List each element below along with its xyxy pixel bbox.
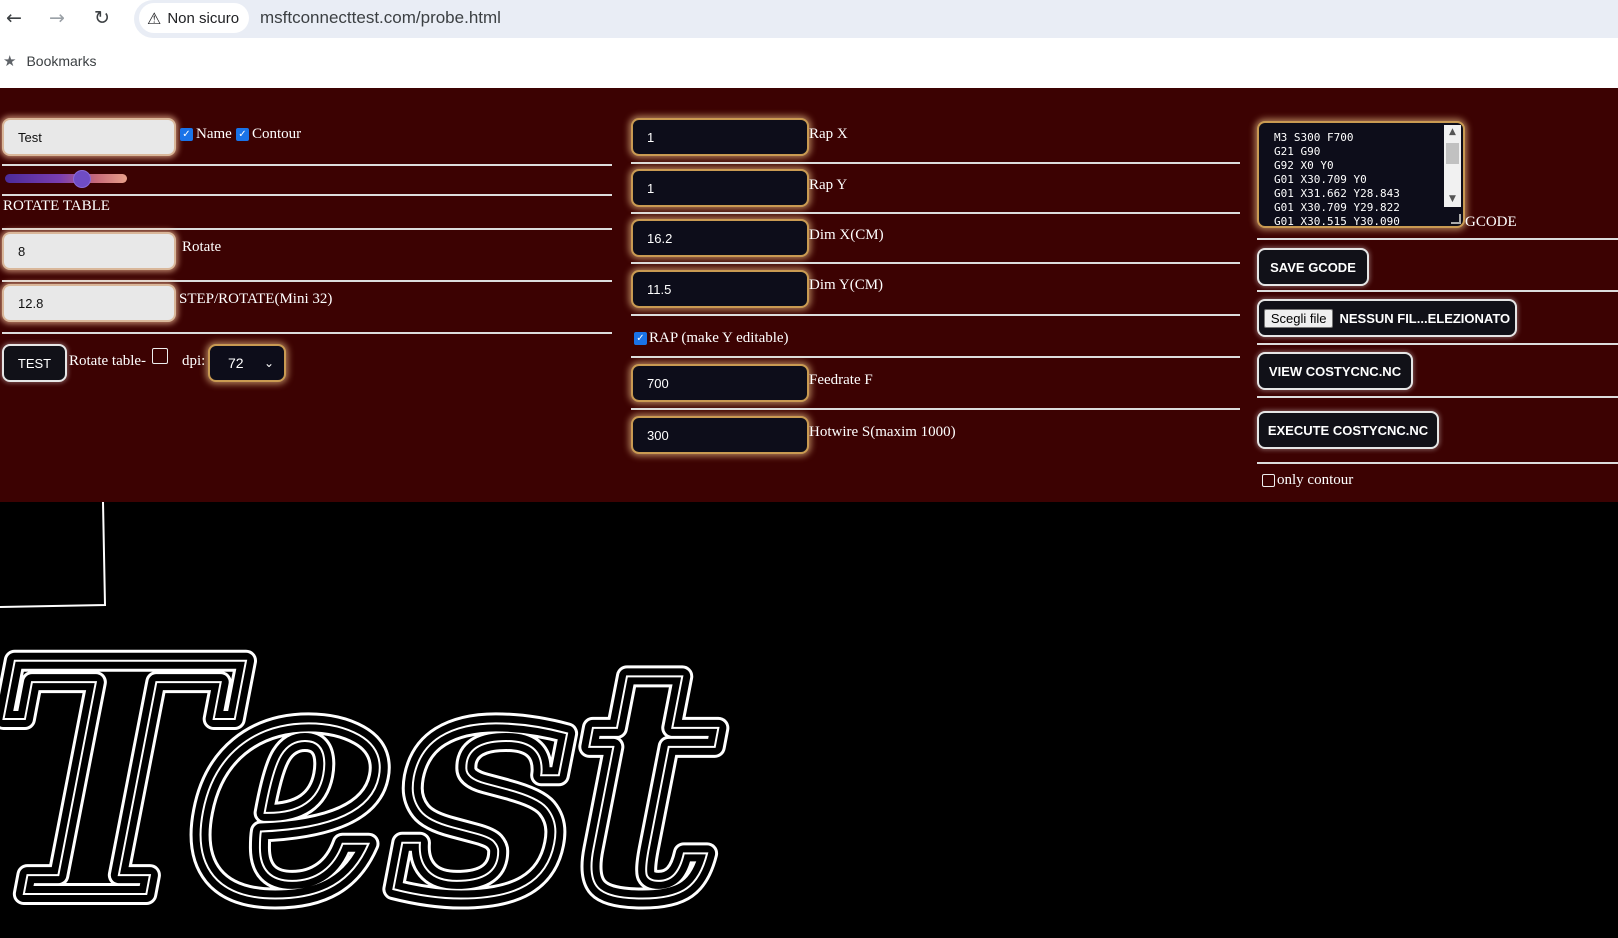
rap-x-label: Rap X <box>809 126 848 142</box>
dim-y-label: Dim Y(CM) <box>809 277 884 293</box>
rotate-table-checkbox-label: Rotate table- <box>69 353 147 369</box>
checkmark-icon: ✓ <box>182 129 191 140</box>
slider-track[interactable] <box>5 170 127 188</box>
dim-y-input[interactable] <box>631 270 809 308</box>
bookmarks-folder[interactable]: ★ Bookmarks <box>3 52 96 70</box>
dpi-select[interactable]: 72 ⌄ <box>208 344 286 382</box>
divider <box>631 262 1240 264</box>
hotwire-input[interactable] <box>631 416 809 454</box>
bookmarks-label: Bookmarks <box>26 53 97 69</box>
gcode-scrollbar[interactable]: ▲ ▼ <box>1444 125 1461 207</box>
name-text-input[interactable] <box>2 118 176 156</box>
rotate-label: Rotate <box>182 239 222 255</box>
scroll-thumb[interactable] <box>1446 143 1459 164</box>
rotate-table-heading: ROTATE TABLE <box>3 198 110 214</box>
dim-x-label: Dim X(CM) <box>809 227 884 243</box>
forward-arrow-icon[interactable]: → <box>43 4 71 32</box>
security-chip[interactable]: ⚠ Non sicuro <box>139 3 250 33</box>
checkmark-icon: ✓ <box>238 129 247 140</box>
rap-x-input[interactable] <box>631 118 809 156</box>
divider <box>1257 343 1618 345</box>
divider <box>1257 290 1618 292</box>
file-chooser[interactable]: Scegli file NESSUN FIL...ELEZIONATO <box>1257 299 1517 337</box>
step-rotate-input[interactable] <box>2 284 176 322</box>
dpi-label: dpi: <box>182 353 206 369</box>
rotate-table-checkbox[interactable] <box>152 348 168 364</box>
resize-handle-icon[interactable] <box>1451 214 1461 224</box>
divider <box>2 332 612 334</box>
rap-y-input[interactable] <box>631 169 809 207</box>
control-panel: ✓ Name ✓ Contour ROTATE TABLE Rotate STE… <box>0 88 1618 502</box>
contour-checkbox-label: Contour <box>252 126 302 142</box>
rotate-input[interactable] <box>2 232 176 270</box>
star-icon: ★ <box>3 52 17 70</box>
rap-y-label: Rap Y <box>809 177 848 193</box>
divider <box>631 408 1240 410</box>
feedrate-input[interactable] <box>631 364 809 402</box>
warning-triangle-icon: ⚠ <box>147 8 162 28</box>
divider <box>1257 396 1618 398</box>
chevron-down-icon: ⌄ <box>263 356 274 370</box>
divider <box>631 162 1240 164</box>
slider-thumb[interactable] <box>72 170 91 188</box>
url-text[interactable]: msftconnecttest.com/probe.html <box>260 8 501 28</box>
gcode-textarea[interactable]: M3 S300 F700 G21 G90 G92 X0 Y0 G01 X30.7… <box>1257 121 1465 228</box>
divider <box>2 164 612 166</box>
contour-checkbox[interactable]: ✓ <box>236 128 249 141</box>
checkmark-icon: ✓ <box>636 333 645 344</box>
divider <box>2 280 612 282</box>
rap-checkbox-label: RAP (make Y editable) <box>649 330 789 346</box>
only-contour-label: only contour <box>1277 472 1354 488</box>
reload-icon[interactable]: ↻ <box>88 4 116 32</box>
only-contour-checkbox[interactable] <box>1262 474 1275 487</box>
execute-costycnc-button[interactable]: EXECUTE COSTYCNC.NC <box>1257 411 1439 449</box>
back-arrow-icon[interactable]: ← <box>0 4 28 32</box>
browser-toolbar: ← → ↻ ⚠ Non sicuro msftconnecttest.com/p… <box>0 0 1618 38</box>
test-button[interactable]: TEST <box>2 344 67 382</box>
name-checkbox[interactable]: ✓ <box>180 128 193 141</box>
security-label: Non sicuro <box>167 9 240 27</box>
divider <box>2 228 612 230</box>
view-costycnc-button[interactable]: VIEW COSTYCNC.NC <box>1257 352 1413 390</box>
name-checkbox-label: Name <box>196 126 232 142</box>
scroll-up-icon[interactable]: ▲ <box>1444 125 1461 140</box>
step-rotate-label: STEP/ROTATE(Mini 32) <box>179 291 333 307</box>
preview-drawing: Test Test Test <box>0 501 732 938</box>
choose-file-button[interactable]: Scegli file <box>1263 308 1334 328</box>
gcode-text[interactable]: M3 S300 F700 G21 G90 G92 X0 Y0 G01 X30.7… <box>1274 131 1400 226</box>
divider <box>2 194 612 196</box>
divider <box>1257 238 1618 240</box>
rap-checkbox[interactable]: ✓ <box>634 332 647 345</box>
dpi-select-value: 72 <box>228 355 244 371</box>
preview-canvas[interactable]: Test Test Test <box>0 501 1618 938</box>
dim-x-input[interactable] <box>631 219 809 257</box>
gcode-label: GCODE <box>1465 214 1517 230</box>
bookmarks-bar: ★ Bookmarks <box>0 38 1618 88</box>
feedrate-label: Feedrate F <box>809 372 873 388</box>
divider <box>631 356 1240 358</box>
divider <box>1257 462 1618 464</box>
scroll-down-icon[interactable]: ▼ <box>1444 192 1461 207</box>
address-bar[interactable]: ⚠ Non sicuro msftconnecttest.com/probe.h… <box>134 0 1618 38</box>
text-outline: Test <box>0 595 721 938</box>
hotwire-label: Hotwire S(maxim 1000) <box>809 424 956 440</box>
save-gcode-button[interactable]: SAVE GCODE <box>1257 248 1369 286</box>
divider <box>631 212 1240 214</box>
crop-marker <box>0 501 107 608</box>
divider <box>631 314 1240 316</box>
file-status: NESSUN FIL...ELEZIONATO <box>1339 310 1511 326</box>
